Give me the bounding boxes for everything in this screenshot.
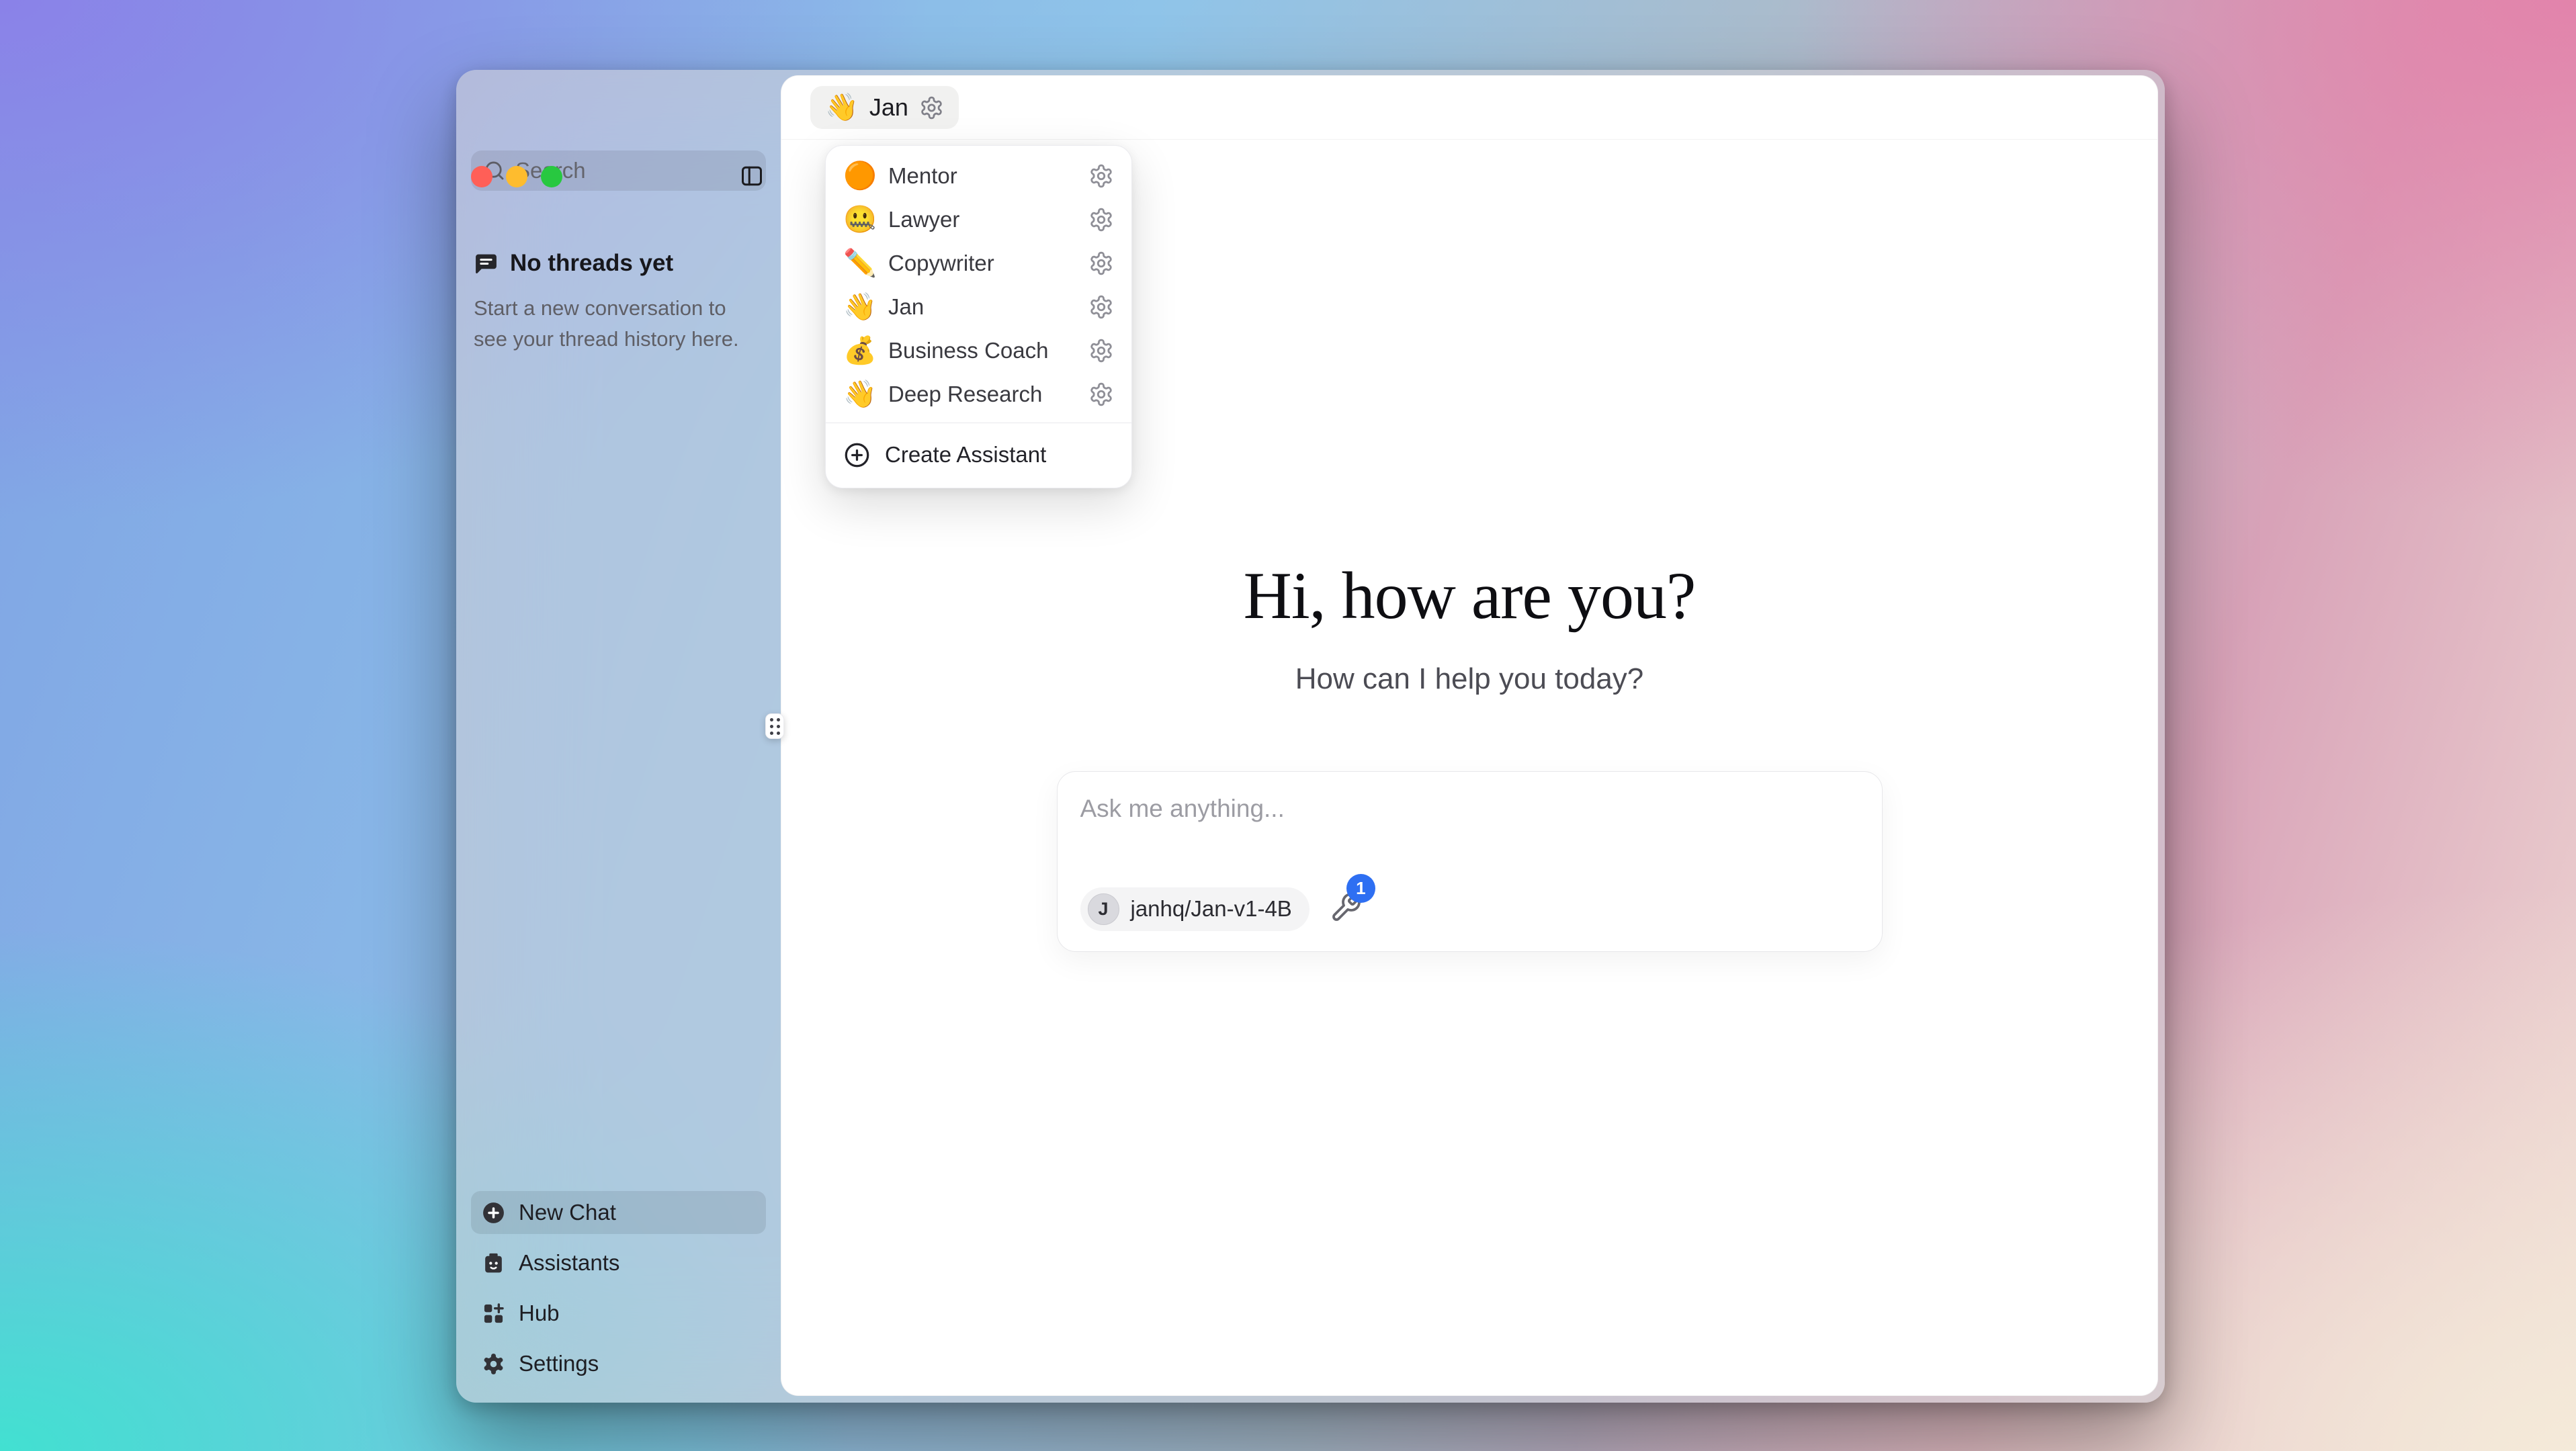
gear-icon (481, 1352, 506, 1376)
nav-label: Assistants (519, 1250, 619, 1276)
tools-button[interactable]: 1 (1330, 891, 1365, 926)
close-button[interactable] (471, 166, 492, 187)
nav-label: New Chat (519, 1200, 616, 1225)
gear-icon[interactable] (1088, 163, 1114, 189)
assistant-emoji: 🤐 (843, 206, 874, 233)
minimize-button[interactable] (506, 166, 527, 187)
gear-icon[interactable] (1088, 251, 1114, 276)
chat-bubble-icon (474, 251, 499, 276)
assistant-menu: 🟠 Mentor 🤐 Lawyer ✏️ Copywriter 👋 Jan 💰 (825, 145, 1132, 488)
assistant-robot-icon (481, 1251, 506, 1276)
gear-icon[interactable] (1088, 382, 1114, 407)
assistant-selector-button[interactable]: 👋 Jan (810, 86, 959, 129)
model-name: janhq/Jan-v1-4B (1131, 896, 1292, 922)
sidebar-toggle-icon[interactable] (740, 164, 764, 188)
menu-item-business-coach[interactable]: 💰 Business Coach (826, 328, 1131, 372)
sidebar-item-settings[interactable]: Settings (471, 1342, 766, 1385)
greeting-heading: Hi, how are you? (1244, 557, 1696, 634)
create-assistant-button[interactable]: Create Assistant (826, 430, 1131, 480)
plus-circle-outline-icon (843, 441, 871, 469)
model-selector[interactable]: J janhq/Jan-v1-4B (1080, 887, 1310, 931)
tools-count-badge: 1 (1346, 874, 1375, 903)
zoom-button[interactable] (541, 166, 562, 187)
gear-icon[interactable] (1088, 338, 1114, 363)
sidebar-item-assistants[interactable]: Assistants (471, 1241, 766, 1284)
nav-label: Settings (519, 1351, 599, 1376)
threads-empty-state: No threads yet Start a new conversation … (471, 250, 766, 355)
assistant-emoji: 👋 (843, 381, 874, 408)
titlebar: 👋 Jan (781, 76, 2157, 140)
nav-label: Hub (519, 1301, 560, 1326)
chat-input[interactable] (1080, 795, 1859, 856)
greeting-subtitle: How can I help you today? (1295, 662, 1644, 696)
window-controls (471, 166, 562, 187)
gear-icon[interactable] (1088, 294, 1114, 320)
panel-resize-handle[interactable] (765, 713, 784, 739)
plus-circle-icon (481, 1200, 506, 1225)
model-avatar: J (1088, 893, 1119, 925)
main-panel: 👋 Jan 🟠 Mentor 🤐 Lawyer ✏️ Copywriter (781, 75, 2158, 1396)
sidebar-item-new-chat[interactable]: New Chat (471, 1191, 766, 1234)
menu-item-deep-research[interactable]: 👋 Deep Research (826, 372, 1131, 416)
sidebar-item-hub[interactable]: Hub (471, 1292, 766, 1335)
empty-description: Start a new conversation to see your thr… (474, 293, 763, 355)
menu-item-copywriter[interactable]: ✏️ Copywriter (826, 241, 1131, 285)
menu-item-mentor[interactable]: 🟠 Mentor (826, 154, 1131, 197)
menu-item-lawyer[interactable]: 🤐 Lawyer (826, 197, 1131, 241)
chat-composer: J janhq/Jan-v1-4B 1 (1057, 771, 1883, 952)
assistant-emoji: 🟠 (843, 163, 874, 189)
menu-item-jan[interactable]: 👋 Jan (826, 285, 1131, 328)
gear-icon[interactable] (1088, 207, 1114, 232)
assistant-emoji: 💰 (843, 337, 874, 364)
app-window: Search No threads yet Start a new conver… (456, 70, 2165, 1403)
assistant-emoji: 👋 (843, 294, 874, 320)
empty-title-text: No threads yet (510, 250, 673, 277)
sidebar: Search No threads yet Start a new conver… (456, 70, 781, 1403)
assistant-emoji: ✏️ (843, 250, 874, 277)
gear-icon[interactable] (919, 95, 944, 120)
assistant-emoji: 👋 (825, 94, 859, 121)
assistant-name: Jan (869, 93, 908, 122)
sidebar-nav: New Chat Assistants Hub Settings (471, 1191, 766, 1403)
hub-grid-icon (481, 1301, 506, 1326)
